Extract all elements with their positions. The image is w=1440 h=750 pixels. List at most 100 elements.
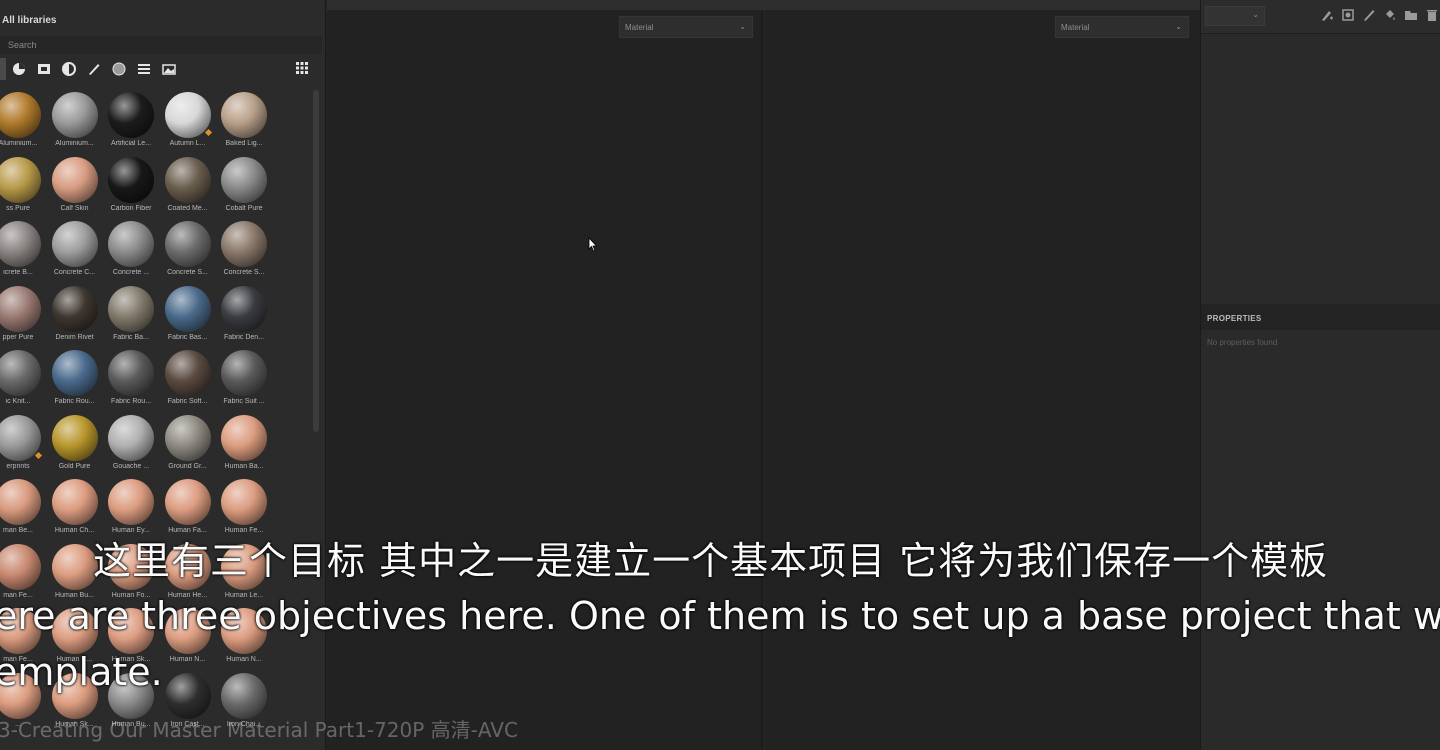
material-thumbnail[interactable]: Fabric Rou... [47, 348, 103, 412]
material-sphere [221, 479, 267, 525]
material-sphere [0, 414, 41, 461]
app-window: All libraries Search Aluminium... Alumin… [0, 0, 1440, 750]
material-sphere [0, 156, 41, 203]
material-label: Aluminium... [0, 140, 38, 147]
material-thumbnail[interactable]: Fabric Rou... [103, 348, 159, 412]
material-thumbnail[interactable]: Ground Gr... [160, 413, 216, 477]
paint-layer-icon[interactable] [1362, 8, 1376, 22]
material-label: Autumn L... [169, 140, 206, 147]
viewport-3d-material-dropdown[interactable]: Material ⌄ [619, 16, 753, 38]
folder-icon[interactable] [1404, 8, 1418, 22]
material-thumbnail[interactable]: Concrete C... [47, 219, 103, 283]
material-sphere [51, 414, 98, 461]
material-label: ic Knit... [5, 398, 31, 405]
material-sphere [51, 479, 98, 525]
grid-view-icon[interactable] [294, 60, 310, 76]
add-mask-icon[interactable] [1341, 8, 1355, 22]
material-thumbnail[interactable]: icrete B... [0, 219, 46, 283]
library-title: All libraries [2, 15, 57, 26]
material-thumbnail[interactable]: Calf Skin [47, 155, 103, 219]
add-effect-icon[interactable] [1320, 8, 1334, 22]
properties-header: PROPERTIES [1201, 304, 1440, 330]
pattern-filter-icon[interactable] [131, 58, 156, 80]
texture-filter-icon[interactable] [106, 58, 131, 80]
fill-layer-icon[interactable] [1383, 8, 1397, 22]
material-sphere [108, 92, 154, 138]
material-label: Coated Me... [167, 204, 208, 212]
material-thumbnail[interactable]: Fabric Suit ... [216, 348, 272, 412]
material-label: Fabric Den... [223, 333, 265, 341]
material-sphere [108, 479, 154, 525]
material-thumbnail[interactable]: Baked Lig... [216, 90, 272, 154]
material-label: Concrete C... [53, 269, 96, 276]
3d-viewport[interactable]: Material ⌄ [327, 10, 763, 750]
viewport-3d-dropdown-label: Material [625, 23, 654, 32]
material-thumbnail[interactable]: Fabric Ba... [103, 284, 159, 348]
material-thumbnail[interactable]: Coated Me... [160, 155, 216, 219]
material-row: pper Pure Denim Rivet Fabric Ba... Fabric B… [0, 284, 312, 348]
material-sphere [164, 285, 211, 332]
viewport-2d-material-dropdown[interactable]: Material ⌄ [1055, 16, 1189, 38]
material-thumbnail[interactable]: pper Pure [0, 284, 46, 348]
material-filter-icon[interactable] [6, 58, 31, 80]
viewport-topbar [327, 0, 1200, 10]
chevron-down-icon: ⌄ [1252, 10, 1259, 19]
material-label: Human N... [169, 656, 206, 663]
library-scrollbar[interactable] [313, 90, 319, 432]
layer-tools [1320, 8, 1439, 22]
material-sphere [51, 92, 98, 138]
subtitle-chinese: 这里有三个目标 其中之一是建立一个基本项目 它将为我们保存一个模板 [93, 539, 1329, 583]
material-sphere [0, 221, 41, 267]
material-thumbnail[interactable]: Concrete S... [216, 219, 272, 283]
material-label: Fabric Rou... [54, 398, 95, 405]
material-thumbnail[interactable]: Concrete S... [160, 219, 216, 283]
material-sphere [0, 92, 41, 138]
material-label: icrete B... [3, 269, 33, 276]
square-filter-icon[interactable] [31, 58, 56, 80]
material-sphere [108, 221, 154, 267]
material-sphere [0, 543, 41, 590]
material-thumbnail[interactable]: ic Knit... [0, 348, 46, 412]
material-thumbnail[interactable]: man Be... [0, 477, 46, 541]
material-label: Fabric Ba... [113, 333, 149, 341]
material-sphere [221, 221, 267, 267]
material-row: icrete B... Concrete C... Concrete ... Conc… [0, 219, 312, 283]
material-thumbnail[interactable]: Gouache ... [103, 413, 159, 477]
library-filter-bar [0, 56, 322, 82]
material-thumbnail[interactable]: Cobalt Pure [216, 155, 272, 219]
material-thumbnail[interactable]: Fabric Bas... [160, 284, 216, 348]
material-thumbnail[interactable]: Autumn L... [160, 90, 216, 154]
material-sphere [108, 156, 154, 203]
material-sphere [221, 350, 267, 396]
material-label: Calf Skin [60, 204, 89, 212]
material-sphere [0, 285, 41, 332]
video-watermark: 3-Creating Our Master Material Part1-720… [0, 718, 518, 742]
material-sphere [51, 543, 98, 590]
material-thumbnail[interactable]: Concrete ... [103, 219, 159, 283]
material-thumbnail[interactable]: Fabric Soft... [160, 348, 216, 412]
material-thumbnail[interactable]: Fabric Den... [216, 284, 272, 348]
layer-dropdown[interactable]: ⌄ [1205, 6, 1265, 26]
material-label: Fabric Bas... [167, 333, 208, 341]
material-row: erprints Gold Pure Gouache ... Ground Gr...… [0, 413, 312, 477]
material-sphere [221, 156, 267, 203]
material-thumbnail[interactable]: Gold Pure [47, 413, 103, 477]
material-thumbnail[interactable]: ss Pure [0, 155, 46, 219]
material-thumbnail[interactable]: Aluminium... [47, 90, 103, 154]
material-thumbnail[interactable]: Aluminium... [0, 90, 46, 154]
material-thumbnail[interactable]: Artificial Le... [103, 90, 159, 154]
material-thumbnail[interactable]: Human Ba... [216, 413, 272, 477]
scene-filter-icon[interactable] [156, 58, 181, 80]
subtitle-english-line2: emplate. [0, 650, 163, 694]
material-thumbnail[interactable]: Carbon Fiber [103, 155, 159, 219]
material-sphere [51, 221, 98, 267]
material-thumbnail[interactable]: erprints [0, 413, 46, 477]
material-sphere [221, 414, 267, 461]
library-search-input[interactable]: Search [0, 36, 322, 54]
2d-viewport[interactable]: Material ⌄ [765, 10, 1200, 750]
material-label: erprints [6, 462, 30, 470]
brush-filter-icon[interactable] [81, 58, 106, 80]
smart-filter-icon[interactable] [56, 58, 81, 80]
delete-icon[interactable] [1425, 8, 1439, 22]
material-thumbnail[interactable]: Denim Rivet [47, 284, 103, 348]
